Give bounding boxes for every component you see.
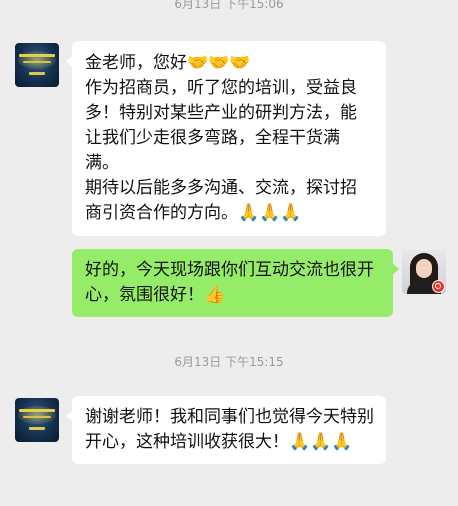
brand-badge-icon: [432, 280, 445, 293]
avatar-banner-subtext: [23, 61, 51, 63]
message-text: 好的，今天现场跟你们互动交流也很开心，氛围很好！👍: [85, 260, 374, 305]
avatar-banner-subtext: [23, 416, 51, 418]
chat-timestamp: 6月13日 下午15:15: [174, 355, 284, 369]
my-avatar[interactable]: [402, 250, 446, 294]
avatar-banner-caption: [29, 427, 45, 430]
message-bubble-outgoing[interactable]: 好的，今天现场跟你们互动交流也很开心，氛围很好！👍: [72, 249, 399, 317]
message-bubble-incoming[interactable]: 金老师，您好🤝🤝🤝 作为招商员，听了您的培训，受益良多！特别对某些产业的研判方法…: [66, 41, 386, 236]
message-text: 期待以后能多多沟通、交流，探讨招商引资合作的方向。🙏🙏🙏: [85, 178, 357, 223]
avatar-face: [416, 259, 432, 278]
avatar-banner-text: [19, 409, 55, 412]
contact-avatar[interactable]: [15, 398, 59, 442]
message-bubble-incoming[interactable]: 谢谢老师！我和同事们也觉得今天特别开心，这种培训收获很大！🙏🙏🙏: [66, 396, 386, 464]
avatar-banner-text: [19, 54, 55, 57]
contact-avatar[interactable]: [15, 43, 59, 87]
message-text: 谢谢老师！我和同事们也觉得今天特别开心，这种培训收获很大！🙏🙏🙏: [85, 407, 374, 452]
message-text: 作为招商员，听了您的培训，受益良多！特别对某些产业的研判方法，能让我们少走很多弯…: [85, 78, 357, 173]
chat-timestamp: 6月13日 下午15:06: [174, 0, 284, 11]
avatar-banner-caption: [29, 72, 45, 75]
message-text: 金老师，您好🤝🤝🤝: [85, 53, 251, 73]
